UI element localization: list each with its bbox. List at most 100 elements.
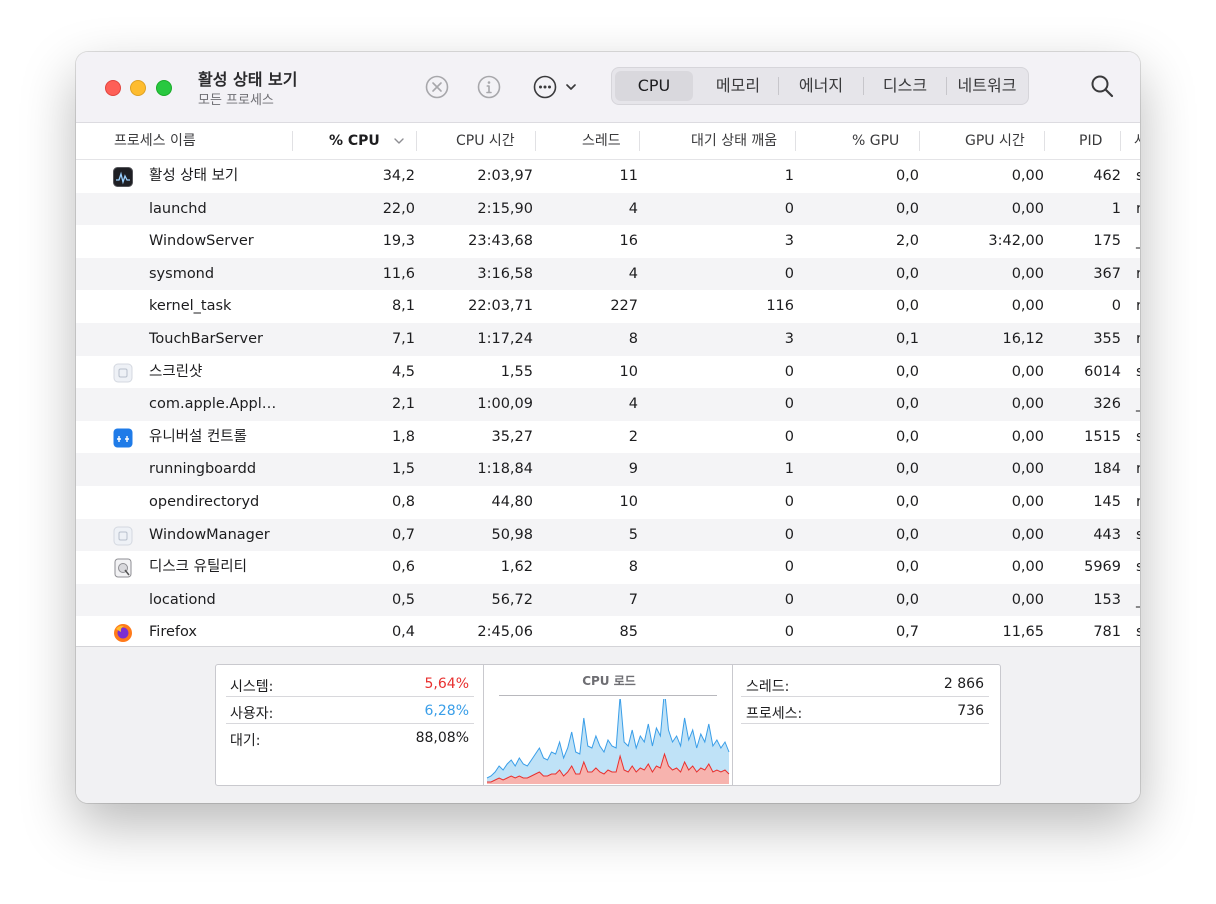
user-cell: r <box>1136 330 1140 347</box>
process-name-cell: 디스크 유틸리티 <box>149 559 247 576</box>
pid-cell: 367 <box>1093 265 1121 282</box>
threads-cell: 8 <box>628 330 638 347</box>
window-subtitle[interactable]: 모든 프로세스 <box>198 89 274 108</box>
column-header-idle-wake-ups[interactable]: 대기 상태 깨움 <box>691 123 777 159</box>
tab-cpu[interactable]: CPU <box>615 71 693 101</box>
generic-app-icon <box>113 526 133 546</box>
gpu-cell: 2,0 <box>895 233 919 250</box>
tab-disk[interactable]: 디스크 <box>866 71 944 101</box>
tab-network[interactable]: 네트워크 <box>948 71 1026 101</box>
firefox-icon <box>113 623 133 643</box>
threads-cell: 4 <box>628 265 638 282</box>
user-cell: _ <box>1136 584 1140 616</box>
tab-divider <box>946 77 947 95</box>
gpu-cell: 0,0 <box>895 591 919 608</box>
pid-cell: 443 <box>1093 526 1121 543</box>
idle-wake-cell: 0 <box>784 493 794 510</box>
table-row[interactable]: WindowManager 0,7 50,98 5 0 0,0 0,00 443 s <box>76 518 1140 552</box>
sort-descending-icon[interactable] <box>394 137 404 145</box>
cpu-cell: 1,8 <box>391 428 415 445</box>
cpu-time-cell: 3:16,58 <box>477 265 533 282</box>
cpu-cell: 0,5 <box>391 591 415 608</box>
column-header-threads[interactable]: 스레드 <box>582 123 621 159</box>
idle-wake-cell: 0 <box>784 428 794 445</box>
threads-cell: 85 <box>619 624 638 641</box>
system-label: 시스템: <box>230 679 274 695</box>
table-row[interactable]: TouchBarServer 7,1 1:17,24 8 3 0,1 16,12 355 r <box>76 322 1140 356</box>
table-row[interactable]: sysmond 11,6 3:16,58 4 0 0,0 0,00 367 r <box>76 257 1140 291</box>
process-name-cell: launchd <box>149 200 207 217</box>
threads-cell: 10 <box>619 493 638 510</box>
cpu-cell: 4,5 <box>391 363 415 380</box>
cpu-cell: 2,1 <box>391 396 415 413</box>
user-label: 사용자: <box>230 706 274 722</box>
processes-value: 736 <box>957 703 984 719</box>
cpu-cell: 0,6 <box>391 559 415 576</box>
zoom-window-button[interactable] <box>156 80 172 96</box>
gpu-cell: 0,7 <box>895 624 919 641</box>
tab-memory[interactable]: 메모리 <box>700 71 776 101</box>
cpu-summary-panel: 시스템: 5,64% 사용자: 6,28% 대기: 88,08% CPU 로드 … <box>76 646 1140 803</box>
cpu-load-title: CPU 로드 <box>582 674 636 688</box>
pid-cell: 781 <box>1093 624 1121 641</box>
user-cell: r <box>1136 265 1140 282</box>
pid-cell: 5969 <box>1084 559 1121 576</box>
table-row[interactable]: runningboardd 1,5 1:18,84 9 1 0,0 0,00 184 r <box>76 453 1140 486</box>
info-circle-icon[interactable] <box>476 74 502 100</box>
user-value: 6,28% <box>424 703 469 719</box>
process-name-cell: kernel_task <box>149 298 232 315</box>
table-row[interactable]: com.apple.Appl…2,11:00,09400,00,00326_ <box>76 388 1140 421</box>
column-separator <box>1044 131 1045 151</box>
column-header-user[interactable]: 사 <box>1134 123 1140 159</box>
activity-monitor-icon <box>113 167 133 187</box>
gpu-cell: 0,1 <box>895 330 919 347</box>
column-header-gpu[interactable]: % GPU <box>852 123 899 159</box>
minimize-window-button[interactable] <box>130 80 146 96</box>
close-window-button[interactable] <box>105 80 121 96</box>
view-segmented-control: CPU 메모리 에너지 디스크 네트워크 <box>611 67 1029 105</box>
user-cell: s <box>1136 168 1140 184</box>
table-row[interactable]: WindowServer 19,3 23:43,68 16 3 2,0 3:42,00 175… <box>76 225 1140 258</box>
table-row[interactable]: Firefox 0,4 2:45,06 85 0 0,7 11,65 781 s <box>76 616 1140 647</box>
pid-cell: 1515 <box>1084 428 1121 445</box>
table-row[interactable]: kernel_task 8,1 22:03,71 227 116 0,0 0,00 0 r <box>76 290 1140 323</box>
column-separator <box>1120 131 1121 151</box>
column-header-pid[interactable]: PID <box>1079 123 1102 159</box>
threads-cell: 9 <box>628 461 638 478</box>
idle-wake-cell: 0 <box>784 526 794 543</box>
table-row[interactable]: 디스크 유틸리티 0,6 1,62 8 0 0,0 0,00 5969 s <box>76 551 1140 584</box>
idle-wake-cell: 0 <box>784 200 794 217</box>
tab-energy[interactable]: 에너지 <box>782 71 860 101</box>
table-row[interactable]: opendirectoryd 0,8 44,80 10 0 0,0 0,00 145 r <box>76 486 1140 519</box>
table-row[interactable]: 스크린샷 4,5 1,55 10 0 0,0 0,00 6014 s <box>76 356 1140 389</box>
magnifying-glass-icon[interactable] <box>1089 73 1115 99</box>
idle-wake-cell: 3 <box>784 233 794 250</box>
threads-label: 스레드: <box>746 679 790 695</box>
table-row[interactable]: 유니버설 컨트롤 1,8 35,27 2 0 0,0 0,00 1515 s <box>76 421 1140 454</box>
user-cell: r <box>1136 461 1140 478</box>
idle-wake-cell: 0 <box>784 265 794 282</box>
idle-wake-cell: 0 <box>784 559 794 576</box>
column-header-cpu-time[interactable]: CPU 시간 <box>456 123 515 159</box>
activity-monitor-window: 활성 상태 보기 모든 프로세스 CPU 메모리 에너지 디스크 네트워크 프로… <box>76 52 1140 803</box>
cpu-stats-box: 시스템: 5,64% 사용자: 6,28% 대기: 88,08% CPU 로드 … <box>215 664 1001 786</box>
cpu-cell: 8,1 <box>391 298 415 315</box>
pid-cell: 0 <box>1111 298 1121 315</box>
pid-cell: 6014 <box>1084 363 1121 380</box>
cpu-time-cell: 56,72 <box>491 591 533 608</box>
system-value: 5,64% <box>424 676 469 692</box>
user-cell: _ <box>1136 225 1140 257</box>
table-row[interactable]: locationd0,556,72700,00,00153_ <box>76 583 1140 617</box>
divider <box>732 665 733 785</box>
user-cell: s <box>1136 624 1140 641</box>
user-cell: r <box>1136 493 1140 510</box>
user-cell: s <box>1136 363 1140 380</box>
column-header-cpu[interactable]: % CPU <box>329 123 380 159</box>
column-header-process-name[interactable]: 프로세스 이름 <box>114 123 196 159</box>
idle-wake-cell: 3 <box>784 330 794 347</box>
table-row[interactable]: launchd 22,0 2:15,90 4 0 0,0 0,00 1 r <box>76 192 1140 226</box>
ellipsis-circle-icon[interactable] <box>532 74 578 100</box>
column-header-gpu-time[interactable]: GPU 시간 <box>965 123 1025 159</box>
xmark-circle-icon[interactable] <box>424 74 450 100</box>
table-row[interactable]: 활성 상태 보기 34,2 2:03,97 11 1 0,0 0,00 462 s <box>76 160 1140 193</box>
